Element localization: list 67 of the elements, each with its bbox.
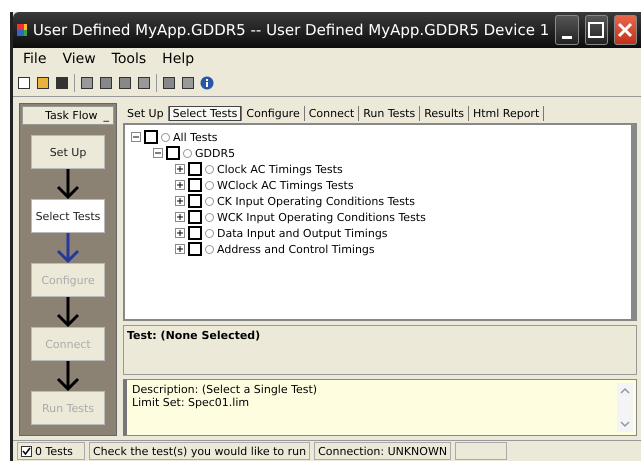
connection-status: Connection: UNKNOWN	[318, 444, 448, 458]
checkbox[interactable]	[188, 162, 202, 176]
checkbox[interactable]	[188, 242, 202, 256]
expand-icon[interactable]	[175, 244, 185, 254]
tree-item[interactable]: Data Input and Output Timings	[217, 226, 388, 240]
status-circle-icon	[205, 164, 214, 174]
tree-item[interactable]: CK Input Operating Conditions Tests	[217, 194, 415, 208]
collapse-icon[interactable]	[153, 148, 163, 158]
checkbox[interactable]	[166, 146, 180, 160]
status-circle-icon	[205, 180, 214, 190]
menu-item[interactable]: View	[56, 51, 102, 67]
menu-item[interactable]: Help	[156, 51, 200, 67]
window-title: User Defined MyApp.GDDR5 -- User Defined MyApp.GDDR5 Device 1	[32, 21, 550, 39]
tab[interactable]: Connect	[304, 106, 360, 120]
tree-item[interactable]: WCK Input Operating Conditions Tests	[217, 210, 426, 224]
close-button[interactable]	[614, 15, 637, 45]
checkbox[interactable]	[144, 130, 158, 144]
expand-icon[interactable]	[175, 196, 185, 206]
tree-item[interactable]: Clock AC Timings Tests	[217, 162, 343, 176]
down-arrow-icon	[56, 233, 80, 263]
expand-icon[interactable]	[175, 212, 185, 222]
status-circle-icon	[205, 196, 214, 206]
maximize-icon	[588, 22, 604, 38]
tree-item[interactable]: Address and Control Timings	[217, 242, 375, 256]
collapse-icon[interactable]	[131, 132, 141, 142]
task-step-button[interactable]: Select Tests	[31, 199, 105, 233]
status-circle-icon	[183, 148, 192, 158]
panel-title: Task Flow	[45, 109, 98, 122]
checkbox[interactable]	[188, 210, 202, 224]
status-circle-icon	[205, 244, 214, 254]
minimize-button[interactable]: _	[104, 109, 109, 122]
tree-item[interactable]: GDDR5	[195, 146, 236, 160]
checkbox[interactable]	[188, 194, 202, 208]
down-arrow-icon	[56, 361, 80, 391]
status-circle-icon	[205, 228, 214, 238]
expand-icon[interactable]	[175, 180, 185, 190]
expand-icon[interactable]	[175, 228, 185, 238]
down-arrow-icon	[56, 169, 80, 199]
status-panel	[455, 442, 508, 460]
tree-item[interactable]: WClock AC Timings Tests	[217, 178, 354, 192]
tab[interactable]: Results	[420, 106, 469, 120]
maximize-button[interactable]	[584, 15, 608, 45]
checkbox[interactable]	[21, 446, 32, 456]
tab[interactable]: Run Tests	[359, 106, 420, 120]
tab[interactable]: Select Tests	[168, 106, 242, 120]
tab[interactable]: Configure	[242, 106, 305, 120]
info-icon[interactable]	[200, 76, 214, 90]
tab[interactable]: Html Report	[468, 106, 544, 120]
checkbox[interactable]	[188, 178, 202, 192]
minimize-button[interactable]	[555, 15, 578, 45]
description-text: Description: (Select a Single Test)	[132, 383, 318, 396]
description-text: Limit Set: Spec01.lim	[132, 396, 250, 409]
expand-icon[interactable]	[175, 164, 185, 174]
status-message: Check the test(s) you would like to run	[93, 444, 306, 458]
status-circle-icon	[161, 132, 170, 142]
test-header: Test: (None Selected)	[123, 325, 637, 375]
task-step-button[interactable]: Set Up	[31, 135, 105, 169]
minimize-icon	[562, 36, 572, 38]
menu-item[interactable]: File	[17, 51, 52, 67]
test-count: 0 Tests	[35, 444, 73, 458]
status-circle-icon	[205, 212, 214, 222]
close-icon	[617, 22, 634, 38]
checkbox[interactable]	[188, 226, 202, 240]
tree-item[interactable]: All Tests	[173, 130, 218, 144]
down-arrow-icon	[56, 297, 80, 327]
app-icon	[17, 24, 27, 36]
menu-item[interactable]: Tools	[106, 51, 152, 67]
